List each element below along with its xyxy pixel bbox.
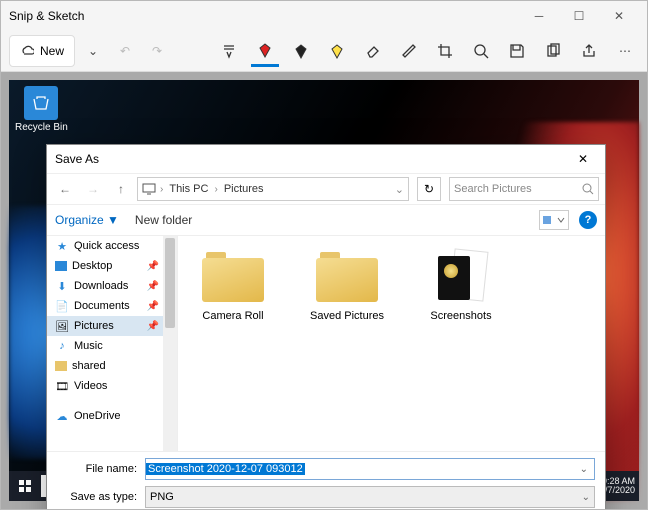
filename-label: File name: [57, 463, 137, 475]
folder-screenshots[interactable]: Screenshots [416, 250, 506, 322]
savetype-select[interactable]: PNG ⌄ [145, 486, 595, 508]
app-titlebar: Snip & Sketch ─ ☐ ✕ [1, 1, 647, 31]
tree-videos[interactable]: 🎞Videos [47, 376, 177, 396]
minimize-button[interactable]: ─ [519, 1, 559, 31]
dialog-bottom: File name: Screenshot 2020-12-07 093012 … [47, 451, 605, 509]
app-title: Snip & Sketch [9, 9, 519, 23]
touch-writing-button[interactable] [215, 37, 243, 65]
dialog-close-button[interactable]: ✕ [569, 145, 597, 173]
crop-button[interactable] [431, 37, 459, 65]
pictures-icon: 🖼 [55, 319, 69, 333]
undo-button[interactable]: ↶ [111, 37, 139, 65]
file-list[interactable]: Camera Roll Saved Pictures Screenshots [178, 236, 605, 451]
nav-back-button[interactable]: ← [53, 177, 77, 201]
recycle-bin-icon: Recycle Bin [15, 86, 68, 133]
new-folder-button[interactable]: New folder [135, 213, 192, 227]
new-label: New [40, 44, 64, 58]
more-button[interactable]: ⋯ [611, 37, 639, 65]
nav-up-button[interactable]: ↑ [109, 177, 133, 201]
cloud-icon: ☁ [55, 409, 69, 423]
tree-shared[interactable]: shared [47, 356, 177, 376]
save-as-dialog: Save As ✕ ← → ↑ › This PC › Pictures ⌄ ↻… [46, 144, 606, 509]
redo-button[interactable]: ↷ [143, 37, 171, 65]
refresh-button[interactable]: ↻ [417, 177, 441, 201]
tree-desktop[interactable]: Desktop📌 [47, 256, 177, 276]
download-icon: ⬇ [55, 279, 69, 293]
pin-icon: 📌 [147, 321, 159, 332]
desktop-icon [55, 261, 67, 271]
pin-icon: 📌 [147, 281, 159, 292]
savetype-label: Save as type: [57, 491, 137, 503]
start-button [9, 471, 41, 501]
document-icon: 📄 [55, 299, 69, 313]
video-icon: 🎞 [55, 379, 69, 393]
tree-onedrive[interactable]: ☁OneDrive [47, 406, 177, 426]
search-icon [582, 183, 594, 195]
eraser-button[interactable] [359, 37, 387, 65]
zoom-button[interactable] [467, 37, 495, 65]
highlighter-button[interactable] [323, 37, 351, 65]
app-toolbar: New ⌄ ↶ ↷ ⋯ [1, 31, 647, 72]
maximize-button[interactable]: ☐ [559, 1, 599, 31]
tree-pictures[interactable]: 🖼Pictures📌 [47, 316, 177, 336]
nav-tree: ★Quick access Desktop📌 ⬇Downloads📌 📄Docu… [47, 236, 178, 451]
help-button[interactable]: ? [579, 211, 597, 229]
save-button[interactable] [503, 37, 531, 65]
dialog-action-row: Organize ▼ New folder ? [47, 205, 605, 236]
pen-red-button[interactable] [251, 36, 279, 67]
dialog-title: Save As [55, 152, 569, 166]
pin-icon: 📌 [147, 261, 159, 272]
dialog-nav-row: ← → ↑ › This PC › Pictures ⌄ ↻ Search Pi… [47, 173, 605, 205]
folder-icon [55, 361, 67, 371]
tree-quick-access[interactable]: ★Quick access [47, 236, 177, 256]
cloud-icon [20, 44, 34, 58]
star-icon: ★ [55, 239, 69, 253]
folder-saved-pictures[interactable]: Saved Pictures [302, 250, 392, 322]
view-options-button[interactable] [539, 210, 569, 230]
pin-icon: 📌 [147, 301, 159, 312]
close-window-button[interactable]: ✕ [599, 1, 639, 31]
tree-music[interactable]: ♪Music [47, 336, 177, 356]
new-chevron-button[interactable]: ⌄ [79, 37, 107, 65]
nav-forward-button[interactable]: → [81, 177, 105, 201]
copy-button[interactable] [539, 37, 567, 65]
canvas-area: Recycle Bin Typ 9:28 AM12/7/2020 Save As… [1, 72, 647, 509]
pen-black-button[interactable] [287, 37, 315, 65]
music-icon: ♪ [55, 339, 69, 353]
organize-button[interactable]: Organize ▼ [55, 213, 119, 227]
ruler-button[interactable] [395, 37, 423, 65]
tree-downloads[interactable]: ⬇Downloads📌 [47, 276, 177, 296]
tree-scrollbar[interactable] [163, 236, 177, 451]
monitor-icon [142, 182, 156, 196]
chevron-down-icon[interactable]: ⌄ [574, 464, 594, 475]
share-button[interactable] [575, 37, 603, 65]
filename-input[interactable]: Screenshot 2020-12-07 093012 ⌄ [145, 458, 595, 480]
chevron-down-icon: ⌄ [582, 492, 590, 503]
folder-camera-roll[interactable]: Camera Roll [188, 250, 278, 322]
tree-documents[interactable]: 📄Documents📌 [47, 296, 177, 316]
search-input[interactable]: Search Pictures [449, 177, 599, 201]
dialog-titlebar: Save As ✕ [47, 145, 605, 173]
address-bar[interactable]: › This PC › Pictures ⌄ [137, 177, 409, 201]
new-snip-button[interactable]: New [9, 35, 75, 67]
